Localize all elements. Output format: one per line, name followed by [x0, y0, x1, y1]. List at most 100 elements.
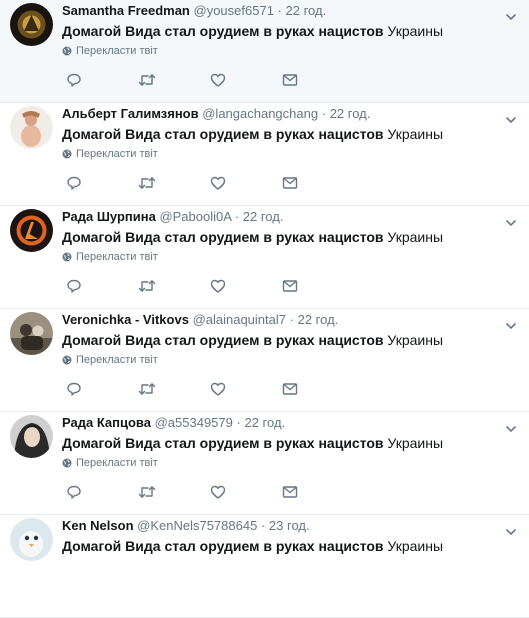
envelope-icon: [282, 486, 298, 498]
chevron-down-icon[interactable]: [505, 217, 517, 229]
timestamp[interactable]: 22 год.: [298, 312, 339, 327]
retweet-icon: [138, 177, 156, 189]
retweet-button[interactable]: [138, 175, 210, 191]
separator-dot: ·: [234, 209, 240, 224]
fullname[interactable]: Samantha Freedman: [62, 3, 190, 18]
translate-tweet-link[interactable]: Перекласти твіт: [62, 250, 499, 264]
tweet-header: Samantha Freedman @yousef6571 · 22 год.: [62, 3, 499, 19]
tweet-text: Домагой Вида стал орудием в руках нацист…: [62, 227, 499, 247]
username[interactable]: @a55349579: [155, 415, 233, 430]
tweet-text-bold: Домагой Вида стал орудием в руках нацист…: [62, 538, 384, 554]
like-button[interactable]: [210, 484, 282, 500]
fullname[interactable]: Альберт Галимзянов: [62, 106, 199, 121]
tweet-header: Рада Капцова @a55349579 · 22 год.: [62, 415, 499, 431]
reply-button[interactable]: [66, 278, 138, 294]
username[interactable]: @langachangchang: [202, 106, 318, 121]
tweet-actions: [66, 175, 354, 191]
envelope-icon: [282, 383, 298, 395]
avatar[interactable]: [10, 518, 53, 561]
tweet-text-bold: Домагой Вида стал орудием в руках нацист…: [62, 332, 384, 348]
tweet-text: Домагой Вида стал орудием в руках нацист…: [62, 21, 499, 41]
tweet-actions: [66, 278, 354, 294]
tweet-item[interactable]: Альберт Галимзянов @langachangchang · 22…: [0, 103, 529, 206]
globe-icon: [62, 46, 72, 56]
avatar[interactable]: [10, 312, 53, 355]
direct-message-button[interactable]: [282, 72, 354, 88]
timestamp[interactable]: 22 год.: [243, 209, 284, 224]
translate-tweet-link[interactable]: Перекласти твіт: [62, 353, 499, 367]
tweet-item[interactable]: Ken Nelson @KenNels75788645 · 23 год. До…: [0, 515, 529, 618]
tweet-actions: [66, 484, 354, 500]
tweet-item[interactable]: Рада Шурпина @Paboolі0A · 22 год. Домаго…: [0, 206, 529, 309]
like-button[interactable]: [210, 278, 282, 294]
chevron-down-icon[interactable]: [505, 114, 517, 126]
fullname[interactable]: Рада Капцова: [62, 415, 151, 430]
tweet-text-plain: Украины: [383, 229, 444, 245]
chevron-down-icon[interactable]: [505, 11, 517, 23]
direct-message-button[interactable]: [282, 484, 354, 500]
direct-message-button[interactable]: [282, 175, 354, 191]
direct-message-button[interactable]: [282, 381, 354, 397]
tweet-text-plain: Украины: [383, 332, 444, 348]
tweet-text-plain: Украины: [383, 435, 444, 451]
username[interactable]: @Paboolі0A: [159, 209, 231, 224]
reply-icon: [67, 176, 81, 190]
username[interactable]: @KenNels75788645: [137, 518, 257, 533]
timestamp[interactable]: 22 год.: [244, 415, 285, 430]
envelope-icon: [282, 177, 298, 189]
timestamp[interactable]: 23 год.: [269, 518, 310, 533]
tweet-text: Домагой Вида стал орудием в руках нацист…: [62, 536, 499, 556]
retweet-button[interactable]: [138, 381, 210, 397]
tweet-text-plain: Украины: [383, 538, 444, 554]
translate-tweet-link[interactable]: Перекласти твіт: [62, 44, 499, 58]
separator-dot: ·: [260, 518, 266, 533]
avatar[interactable]: [10, 3, 53, 46]
like-button[interactable]: [210, 381, 282, 397]
retweet-icon: [138, 74, 156, 86]
fullname[interactable]: Veronichka - Vitkovs: [62, 312, 189, 327]
fullname[interactable]: Рада Шурпина: [62, 209, 156, 224]
translate-tweet-link[interactable]: Перекласти твіт: [62, 147, 499, 161]
avatar[interactable]: [10, 209, 53, 252]
tweet-item[interactable]: Samantha Freedman @yousef6571 · 22 год. …: [0, 0, 529, 103]
globe-icon: [62, 149, 72, 159]
globe-icon: [62, 458, 72, 468]
reply-button[interactable]: [66, 72, 138, 88]
avatar[interactable]: [10, 415, 53, 458]
like-button[interactable]: [210, 175, 282, 191]
reply-icon: [67, 485, 81, 499]
retweet-button[interactable]: [138, 72, 210, 88]
envelope-icon: [282, 280, 298, 292]
tweet-item[interactable]: Рада Капцова @a55349579 · 22 год. Домаго…: [0, 412, 529, 515]
globe-icon: [62, 355, 72, 365]
heart-icon: [210, 485, 226, 499]
retweet-icon: [138, 486, 156, 498]
username[interactable]: @yousef6571: [194, 3, 274, 18]
translate-tweet-link[interactable]: Перекласти твіт: [62, 456, 499, 470]
retweet-button[interactable]: [138, 278, 210, 294]
chevron-down-icon[interactable]: [505, 320, 517, 332]
reply-icon: [67, 73, 81, 87]
tweet-actions: [66, 381, 354, 397]
translate-label: Перекласти твіт: [76, 354, 158, 366]
reply-button[interactable]: [66, 175, 138, 191]
separator-dot: ·: [289, 312, 294, 327]
fullname[interactable]: Ken Nelson: [62, 518, 134, 533]
reply-button[interactable]: [66, 484, 138, 500]
avatar[interactable]: [10, 106, 53, 149]
username[interactable]: @alainaquintal7: [193, 312, 286, 327]
like-button[interactable]: [210, 72, 282, 88]
timestamp[interactable]: 22 год.: [286, 3, 327, 18]
tweet-text-bold: Домагой Вида стал орудием в руках нацист…: [62, 23, 384, 39]
tweet-item[interactable]: Veronichka - Vitkovs @alainaquintal7 · 2…: [0, 309, 529, 412]
reply-button[interactable]: [66, 381, 138, 397]
envelope-icon: [282, 74, 298, 86]
chevron-down-icon[interactable]: [505, 526, 517, 538]
translate-label: Перекласти твіт: [76, 148, 158, 160]
retweet-icon: [138, 383, 156, 395]
chevron-down-icon[interactable]: [505, 423, 517, 435]
direct-message-button[interactable]: [282, 278, 354, 294]
tweet-text: Домагой Вида стал орудием в руках нацист…: [62, 124, 499, 144]
timestamp[interactable]: 22 год.: [330, 106, 371, 121]
retweet-button[interactable]: [138, 484, 210, 500]
